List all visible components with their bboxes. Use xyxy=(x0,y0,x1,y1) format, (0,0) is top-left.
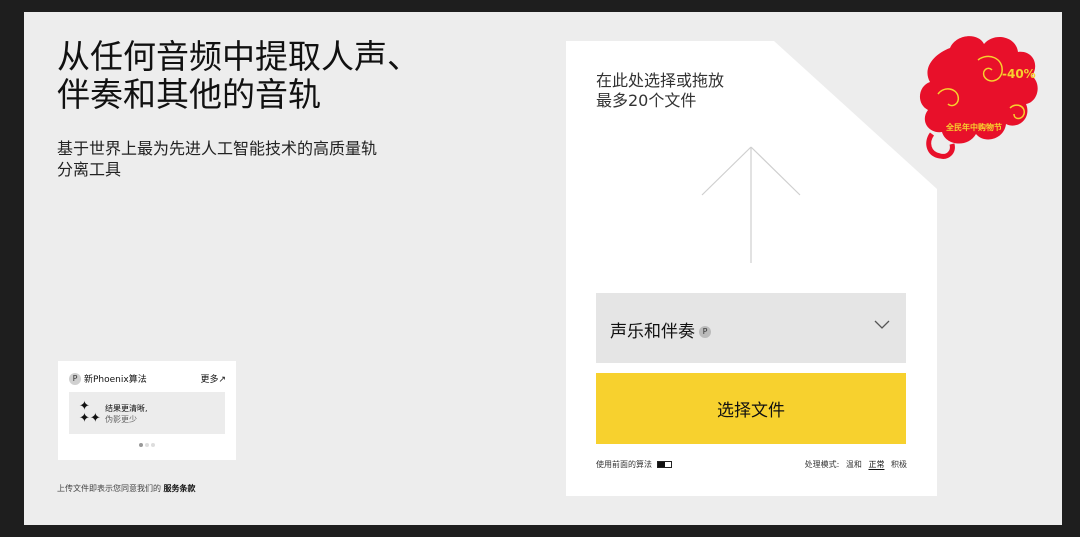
page-subtitle: 基于世界上最为先进人工智能技术的高质量轨 分离工具 xyxy=(57,138,437,180)
promo-text: 全民年中购物节 xyxy=(946,123,1002,132)
upload-arrow-icon xyxy=(701,146,801,263)
phoenix-badge-icon: P xyxy=(699,326,711,338)
separator-selected-value: 声乐和伴奏 P xyxy=(610,317,711,342)
more-link[interactable]: 更多↗ xyxy=(200,372,226,385)
mode-option-aggressive[interactable]: 积极 xyxy=(891,460,907,469)
page-title: 从任何音频中提取人声、 伴奏和其他的音轨 xyxy=(57,38,477,114)
main-frame: 从任何音频中提取人声、 伴奏和其他的音轨 基于世界上最为先进人工智能技术的高质量… xyxy=(24,12,1062,525)
phoenix-algorithm-card[interactable]: P 新Phoenix算法 更多↗ ✦ ✦✦ 结果更清晰, 伪影更少 xyxy=(58,361,236,460)
mode-option-normal[interactable]: 正常 xyxy=(868,460,884,469)
carousel-dots[interactable] xyxy=(139,443,155,447)
terms-text: 上传文件即表示您同意我们的 xyxy=(57,484,161,493)
carousel-dot[interactable] xyxy=(151,443,155,447)
title-line-2: 伴奏和其他的音轨 xyxy=(57,75,321,114)
promo-cloud-badge[interactable] xyxy=(918,30,1042,172)
prev-algo-toggle[interactable] xyxy=(657,461,672,468)
separator-select[interactable]: 声乐和伴奏 P xyxy=(596,293,906,363)
feature-line-1: 结果更清晰, xyxy=(105,404,148,413)
carousel-dot[interactable] xyxy=(145,443,149,447)
terms-notice: 上传文件即表示您同意我们的 服务条款 xyxy=(57,483,196,494)
promo-discount: -40% xyxy=(1002,67,1036,81)
choose-files-button[interactable]: 选择文件 xyxy=(596,373,906,444)
prev-algo-label: 使用前面的算法 xyxy=(596,460,652,469)
algo-card-header: P 新Phoenix算法 更多↗ xyxy=(69,372,226,386)
carousel-dot[interactable] xyxy=(139,443,143,447)
title-line-1: 从任何音频中提取人声、 xyxy=(57,37,420,76)
sparkle-icon: ✦ ✦✦ xyxy=(79,399,101,426)
subtitle-line-2: 分离工具 xyxy=(57,160,122,179)
prev-algo-option[interactable]: 使用前面的算法 xyxy=(596,459,672,470)
terms-link[interactable]: 服务条款 xyxy=(164,484,196,493)
subtitle-line-1: 基于世界上最为先进人工智能技术的高质量轨 xyxy=(57,139,378,158)
algo-feature-box: ✦ ✦✦ 结果更清晰, 伪影更少 xyxy=(69,392,225,434)
mode-label: 处理模式: xyxy=(804,460,840,469)
upload-panel[interactable]: 在此处选择或拖放 最多20个文件 声乐和伴奏 P 选择文件 使用前面的算法 处理模… xyxy=(566,41,937,496)
processing-mode: 处理模式: 温和 正常 积极 xyxy=(801,459,907,470)
phoenix-badge-icon: P xyxy=(69,372,81,385)
chevron-down-icon xyxy=(874,320,890,329)
feature-line-2: 伪影更少 xyxy=(105,415,137,424)
mode-option-gentle[interactable]: 温和 xyxy=(846,460,862,469)
algo-card-title: 新Phoenix算法 xyxy=(84,375,147,385)
